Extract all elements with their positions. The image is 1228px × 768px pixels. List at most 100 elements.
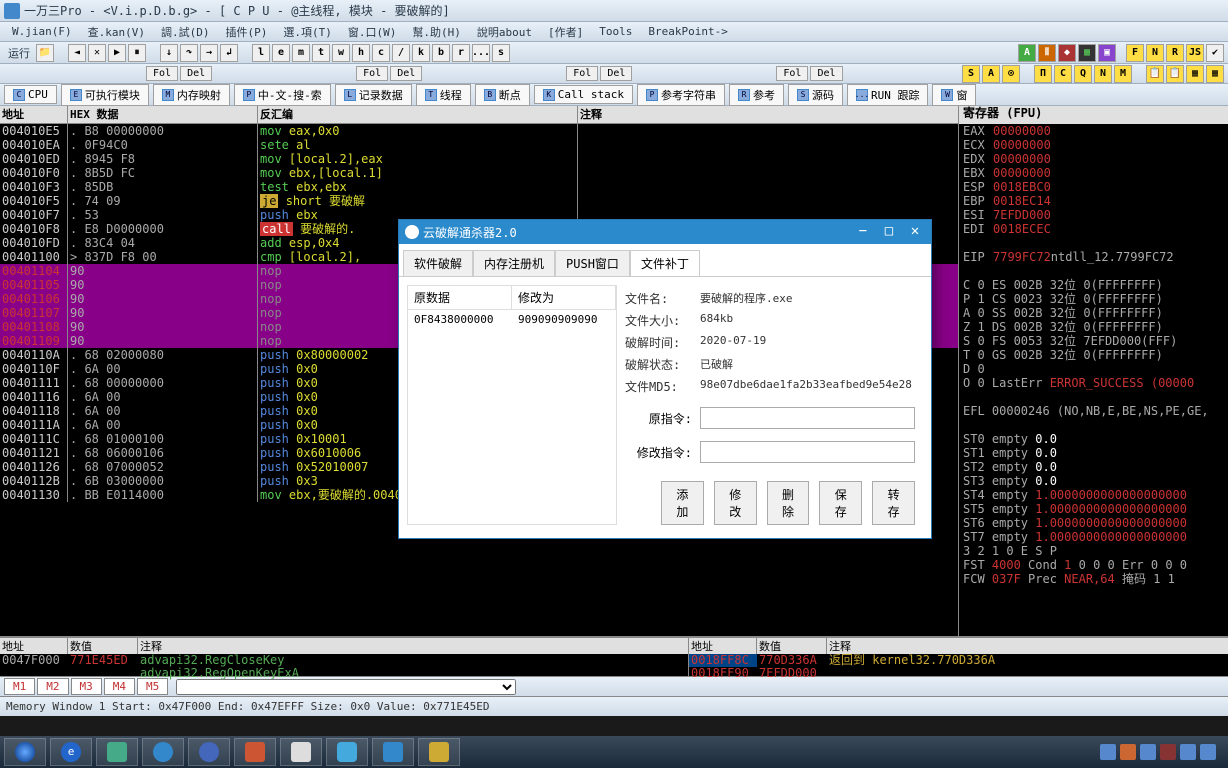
app1-button[interactable]: [96, 738, 138, 766]
dlg-tab-patch[interactable]: 文件补丁: [630, 250, 700, 276]
step-into-button[interactable]: ↓: [160, 44, 178, 62]
ie-button[interactable]: e: [50, 738, 92, 766]
menu-file[interactable]: W.jian(F): [4, 25, 80, 38]
orig-instr-input[interactable]: [700, 407, 915, 429]
maximize-button[interactable]: □: [879, 224, 899, 240]
modify-button[interactable]: 修改: [714, 481, 757, 525]
menu-breakpoint[interactable]: BreakPoint->: [640, 25, 735, 38]
dlg-tab-push[interactable]: PUSH窗口: [555, 250, 630, 276]
t-m[interactable]: m: [292, 44, 310, 62]
pi-p[interactable]: Π: [1034, 65, 1052, 83]
disasm-row[interactable]: 004010E5. B8 00000000mov eax,0x0: [0, 124, 958, 138]
tray-icon[interactable]: [1140, 744, 1156, 760]
pi-c[interactable]: C: [1054, 65, 1072, 83]
disasm-row[interactable]: 004010EA. 0F94C0sete al: [0, 138, 958, 152]
disasm-row[interactable]: 004010F0. 8B5D FCmov ebx,[local.1]: [0, 166, 958, 180]
menu-plugin[interactable]: 插件(P): [217, 24, 275, 40]
t-b[interactable]: b: [432, 44, 450, 62]
fol-btn-1[interactable]: Fol: [146, 66, 178, 81]
dlg-tab-reg[interactable]: 内存注册机: [473, 250, 555, 276]
sa-s[interactable]: S: [962, 65, 980, 83]
tab-callstack[interactable]: KCall stack: [534, 85, 633, 104]
tab-search[interactable]: P中-文-搜-索: [234, 84, 331, 106]
patch-list[interactable]: 原数据 修改为 0F8438000000 909090909090: [407, 285, 617, 525]
app3-button[interactable]: [188, 738, 230, 766]
pi-n[interactable]: N: [1094, 65, 1112, 83]
t-s[interactable]: s: [492, 44, 510, 62]
tab-runtrace[interactable]: ...RUN 跟踪: [847, 84, 929, 106]
del-btn-3[interactable]: Del: [600, 66, 632, 81]
marker-b[interactable]: Ⅱ: [1038, 44, 1056, 62]
menu-author[interactable]: [作者]: [540, 24, 591, 40]
t-w[interactable]: w: [332, 44, 350, 62]
tab-source[interactable]: S源码: [788, 84, 843, 106]
menu-help[interactable]: 幫.助(H): [404, 24, 469, 40]
t-n[interactable]: N: [1146, 44, 1164, 62]
del-btn-4[interactable]: Del: [810, 66, 842, 81]
app5-button[interactable]: [280, 738, 322, 766]
extra-2[interactable]: 📋: [1166, 65, 1184, 83]
t-e[interactable]: e: [272, 44, 290, 62]
extra-1[interactable]: 📋: [1146, 65, 1164, 83]
step-over-button[interactable]: ↷: [180, 44, 198, 62]
t-r2[interactable]: R: [1166, 44, 1184, 62]
pi-q[interactable]: Q: [1074, 65, 1092, 83]
tray-icon[interactable]: [1100, 744, 1116, 760]
menu-options[interactable]: 選.項(T): [275, 24, 340, 40]
mem-tab-4[interactable]: M4: [104, 678, 135, 695]
extra-4[interactable]: ▦: [1206, 65, 1224, 83]
menu-view[interactable]: 查.kan(V): [80, 24, 153, 40]
disasm-row[interactable]: 004010F3. 85DBtest ebx,ebx: [0, 180, 958, 194]
dialog-titlebar[interactable]: 云破解通杀器2.0 − □ ✕: [399, 220, 931, 244]
minimize-button[interactable]: −: [853, 224, 873, 240]
dump-button[interactable]: 转存: [872, 481, 915, 525]
restart-button[interactable]: ◄: [68, 44, 86, 62]
delete-button[interactable]: 删除: [767, 481, 810, 525]
disasm-row[interactable]: 004010F5. 74 09je short 要破解: [0, 194, 958, 208]
sa-a[interactable]: A: [982, 65, 1000, 83]
t-chk[interactable]: ✔: [1206, 44, 1224, 62]
app6-button[interactable]: [326, 738, 368, 766]
mem-tab-1[interactable]: M1: [4, 678, 35, 695]
pause-button[interactable]: ⏸: [128, 44, 146, 62]
t-js[interactable]: JS: [1186, 44, 1204, 62]
tab-breakpoints[interactable]: B断点: [475, 84, 530, 106]
del-btn-1[interactable]: Del: [180, 66, 212, 81]
start-button[interactable]: [4, 738, 46, 766]
add-button[interactable]: 添加: [661, 481, 704, 525]
dlg-tab-crack[interactable]: 软件破解: [403, 250, 473, 276]
marker-c[interactable]: ◆: [1058, 44, 1076, 62]
t-slash[interactable]: /: [392, 44, 410, 62]
extra-3[interactable]: ▦: [1186, 65, 1204, 83]
step-to-button[interactable]: →: [200, 44, 218, 62]
close-button[interactable]: ✕: [905, 224, 925, 240]
t-l[interactable]: l: [252, 44, 270, 62]
app8-button[interactable]: [418, 738, 460, 766]
disasm-row[interactable]: 004010ED. 8945 F8mov [local.2],eax: [0, 152, 958, 166]
close-button[interactable]: ✕: [88, 44, 106, 62]
app7-button[interactable]: [372, 738, 414, 766]
marker-e[interactable]: ▣: [1098, 44, 1116, 62]
tray-icon[interactable]: [1180, 744, 1196, 760]
patch-row[interactable]: 0F8438000000 909090909090: [408, 310, 616, 329]
tab-memory[interactable]: M内存映射: [153, 84, 230, 106]
t-h[interactable]: h: [352, 44, 370, 62]
t-k[interactable]: k: [412, 44, 430, 62]
step-out-button[interactable]: ↲: [220, 44, 238, 62]
pi-m[interactable]: M: [1114, 65, 1132, 83]
t-f[interactable]: F: [1126, 44, 1144, 62]
menu-tools[interactable]: Tools: [591, 25, 640, 38]
sa-o[interactable]: ⊙: [1002, 65, 1020, 83]
tab-threads[interactable]: T线程: [416, 84, 471, 106]
menu-debug[interactable]: 調.試(D): [153, 24, 218, 40]
play-button[interactable]: ▶: [108, 44, 126, 62]
mem-tab-5[interactable]: M5: [137, 678, 168, 695]
t-r[interactable]: r: [452, 44, 470, 62]
menu-about[interactable]: 說明about: [469, 24, 540, 40]
tab-window[interactable]: W窗: [932, 84, 976, 106]
t-dots[interactable]: ...: [472, 44, 490, 62]
tab-cpu[interactable]: CCPU: [4, 85, 57, 104]
t-c[interactable]: c: [372, 44, 390, 62]
del-btn-2[interactable]: Del: [390, 66, 422, 81]
save-button[interactable]: 保存: [819, 481, 862, 525]
